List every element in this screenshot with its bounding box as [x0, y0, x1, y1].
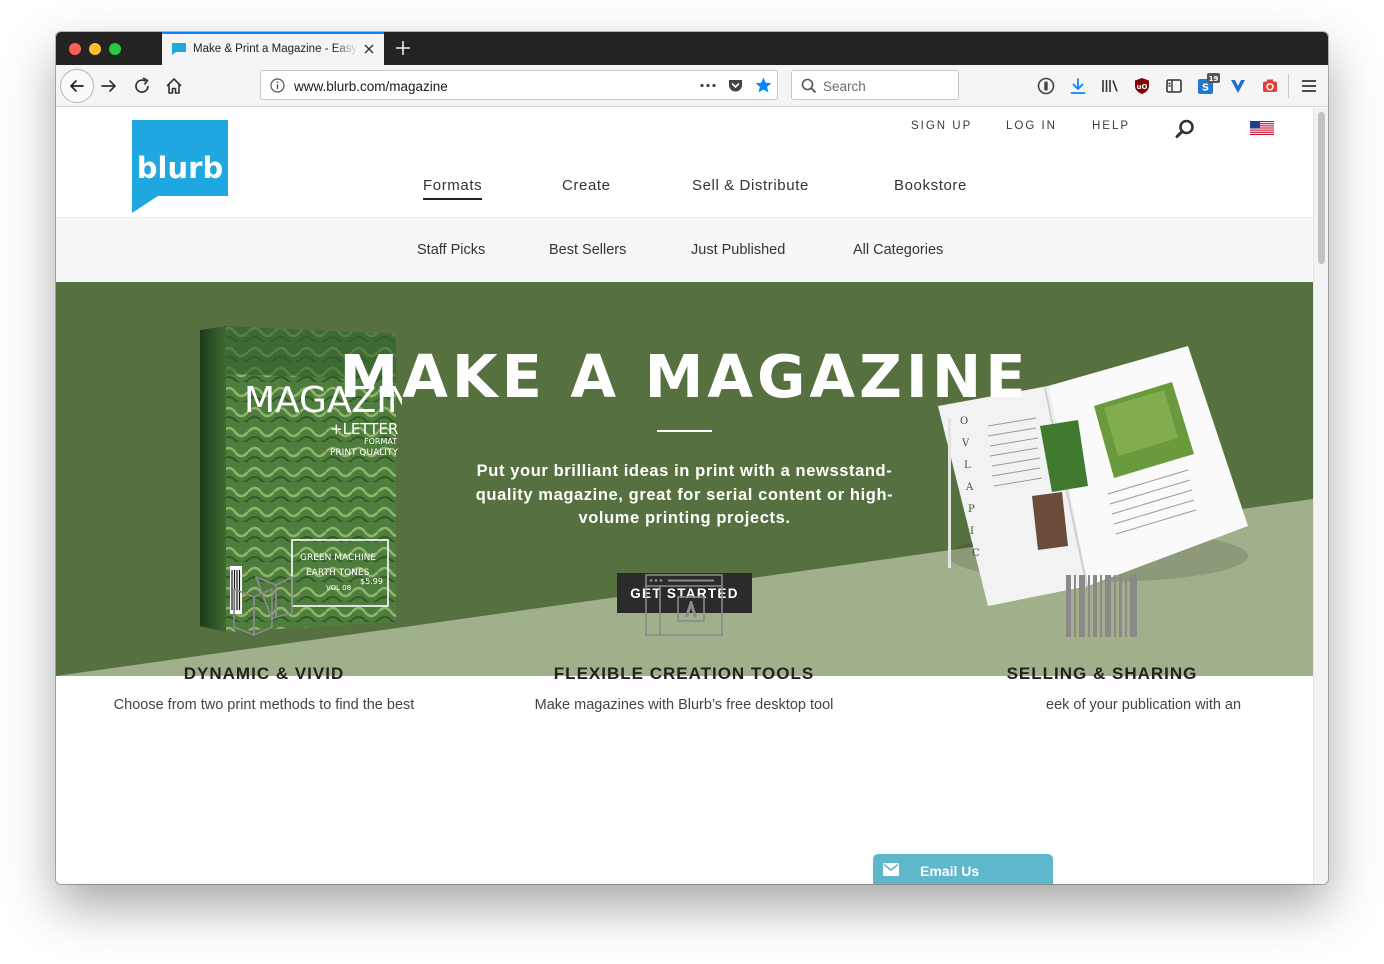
browser-window: Make & Print a Magazine - Easy www.blurb…	[56, 32, 1328, 884]
hero-title: MAKE A MAGAZINE	[339, 342, 1030, 411]
email-us-button[interactable]: Email Us	[873, 854, 1053, 884]
search-icon	[801, 78, 817, 94]
tab-strip: Make & Print a Magazine - Easy	[56, 32, 1328, 65]
close-window-button[interactable]	[69, 43, 81, 55]
ublock-icon[interactable]: uO	[1132, 76, 1152, 96]
arrow-left-icon	[70, 80, 84, 92]
svg-text:FORMAT: FORMAT	[364, 437, 397, 446]
feature-title-dynamic: DYNAMIC & VIVID	[183, 664, 345, 683]
info-icon[interactable]	[270, 78, 285, 93]
zoom-window-button[interactable]	[109, 43, 121, 55]
svg-text:A: A	[965, 482, 974, 493]
svg-text:blurb: blurb	[137, 151, 223, 185]
bookmark-star-icon[interactable]	[754, 76, 773, 95]
feature-desc-creation-tools: Make magazines with Blurb’s free desktop…	[534, 697, 834, 713]
us-flag-icon[interactable]	[1250, 121, 1274, 135]
barcode-icon	[1066, 575, 1137, 637]
blurb-favicon-icon	[172, 43, 186, 55]
home-icon[interactable]	[164, 76, 184, 96]
download-icon[interactable]	[1068, 76, 1088, 96]
feature-title-creation-tools: FLEXIBLE CREATION TOOLS	[553, 664, 815, 683]
svg-text:P: P	[968, 504, 975, 515]
url-text: www.blurb.com/magazine	[294, 79, 448, 94]
help-link[interactable]: HELP	[1092, 120, 1130, 132]
feature-title-selling: SELLING & SHARING	[1006, 664, 1198, 683]
hero-subtitle: Put your brilliant ideas in print with a…	[475, 462, 894, 527]
hero-divider	[657, 430, 712, 432]
blurb-logo[interactable]: blurb	[132, 120, 228, 213]
library-icon[interactable]	[1100, 76, 1120, 96]
svg-text:+LETTER: +LETTER	[330, 420, 398, 438]
back-button[interactable]	[60, 69, 94, 103]
nav-bookstore[interactable]: Bookstore	[894, 177, 967, 194]
svg-text:GREEN MACHINE: GREEN MACHINE	[300, 553, 376, 563]
reload-icon[interactable]	[132, 76, 152, 96]
subnav-best-sellers[interactable]: Best Sellers	[549, 242, 626, 258]
svg-text:V: V	[961, 438, 970, 449]
subnav-all-categories[interactable]: All Categories	[853, 242, 943, 258]
subnav-staff-picks[interactable]: Staff Picks	[417, 242, 485, 258]
svg-text:L: L	[964, 460, 971, 471]
site-search-icon[interactable]	[1174, 118, 1196, 140]
adobe-window-icon	[645, 574, 723, 636]
svg-text:I: I	[970, 526, 974, 537]
tab-title: Make & Print a Magazine - Easy	[193, 43, 358, 55]
feature-desc-dynamic: Choose from two print methods to find th…	[113, 697, 415, 713]
svg-text:$5.99: $5.99	[360, 577, 383, 586]
arrow-right-icon[interactable]	[99, 76, 119, 96]
sub-navigation: Staff Picks Best Sellers Just Published …	[56, 217, 1313, 282]
toolbar-separator	[1288, 74, 1289, 98]
scrollbar-thumb[interactable]	[1318, 112, 1325, 264]
nav-sell-distribute[interactable]: Sell & Distribute	[692, 177, 809, 194]
subnav-just-published[interactable]: Just Published	[691, 242, 785, 258]
sign-up-link[interactable]: SIGN UP	[911, 120, 972, 132]
svg-text:19: 19	[1209, 75, 1219, 83]
web-page: blurb SIGN UP LOG IN HELP Formats Create…	[56, 108, 1313, 884]
sidebar-icon[interactable]	[1164, 76, 1184, 96]
extension-badge-icon[interactable]: S 19	[1196, 73, 1220, 97]
v-extension-icon[interactable]	[1228, 76, 1248, 96]
svg-text:C: C	[972, 548, 980, 559]
navigation-toolbar: www.blurb.com/magazine Search uO S 19	[56, 65, 1328, 107]
nav-formats[interactable]: Formats	[423, 177, 483, 200]
new-tab-icon[interactable]	[394, 39, 412, 57]
nav-create[interactable]: Create	[562, 177, 611, 194]
hamburger-menu-icon[interactable]	[1299, 76, 1319, 96]
more-actions-icon[interactable]	[699, 78, 717, 93]
svg-text:S: S	[1202, 83, 1209, 94]
page-scrollbar[interactable]	[1313, 108, 1328, 884]
close-icon[interactable]	[361, 41, 377, 57]
folded-page-icon	[233, 576, 293, 636]
search-placeholder: Search	[823, 79, 866, 94]
svg-text:PRINT QUALITY: PRINT QUALITY	[330, 448, 398, 458]
feature-desc-selling: eek of your publication with an	[1046, 697, 1242, 713]
privacy-icon[interactable]	[1036, 76, 1056, 96]
search-bar[interactable]: Search	[791, 70, 959, 100]
tab-active[interactable]: Make & Print a Magazine - Easy	[162, 32, 384, 65]
screenshot-icon[interactable]	[1260, 76, 1280, 96]
minimize-window-button[interactable]	[89, 43, 101, 55]
log-in-link[interactable]: LOG IN	[1006, 120, 1057, 132]
pocket-icon[interactable]	[727, 77, 744, 94]
envelope-icon	[883, 863, 899, 876]
email-us-label: Email Us	[920, 863, 980, 879]
svg-text:VOL 08: VOL 08	[326, 584, 351, 592]
svg-text:O: O	[960, 416, 968, 427]
svg-text:uO: uO	[1137, 83, 1148, 91]
url-bar[interactable]: www.blurb.com/magazine	[260, 70, 778, 100]
